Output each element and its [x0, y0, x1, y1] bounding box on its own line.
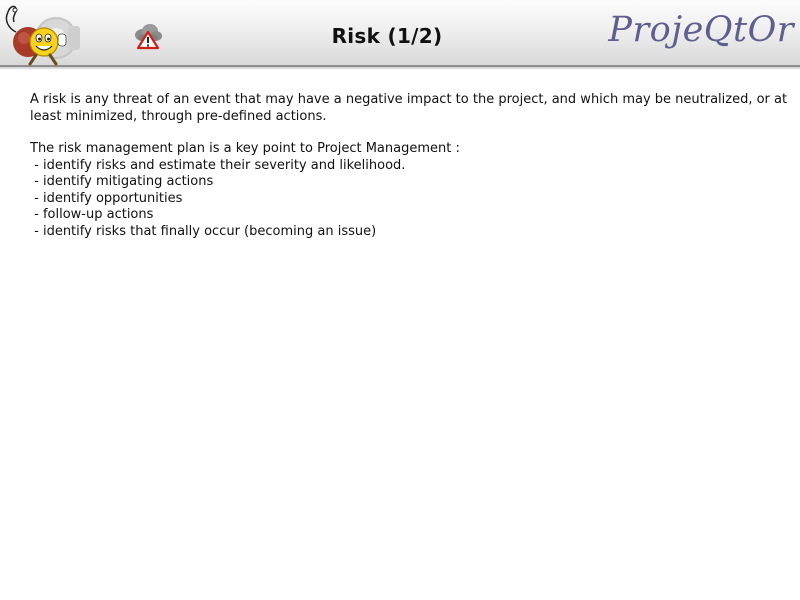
slide: Risk (1/2) ProjeQtOr A risk is any threa… [0, 0, 800, 600]
list-item: - identify risks and estimate their seve… [30, 157, 406, 173]
slide-content: A risk is any threat of an event that ma… [30, 92, 790, 240]
plan-heading: The risk management plan is a key point … [30, 141, 460, 156]
list-item: - identify mitigating actions [30, 174, 214, 189]
bullet-list: - identify risks and estimate their seve… [30, 158, 790, 241]
list-item: - identify opportunities [30, 190, 183, 206]
brand-logo-text: ProjeQtOr [608, 10, 794, 50]
list-item: - follow-up actions [30, 207, 154, 222]
list-item: - identify risks that finally occur (bec… [30, 223, 377, 239]
intro-paragraph: A risk is any threat of an event that ma… [30, 92, 788, 124]
header-shadow [0, 67, 800, 70]
header-bar: Risk (1/2) ProjeQtOr [0, 0, 800, 67]
